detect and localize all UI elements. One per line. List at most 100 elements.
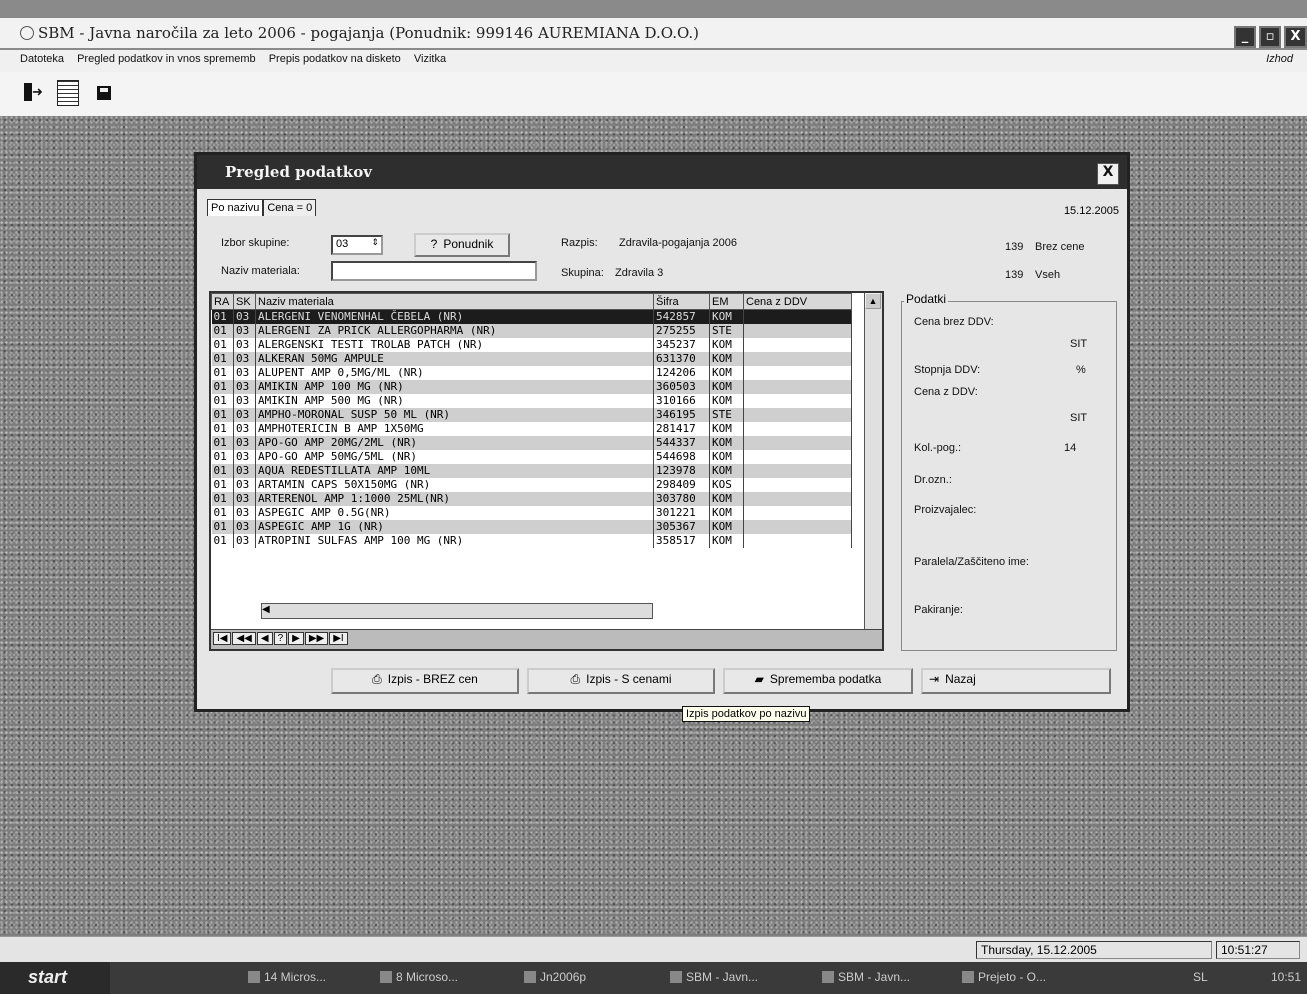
cell-sifra: 275255 [653,323,710,338]
printer-icon: ⎙ [570,672,581,686]
table-row[interactable]: 01 03 ASPEGIC AMP 0.5G(NR) 301221 KOM [211,505,852,520]
cell-ra: 01 [211,407,234,422]
sprememba-podatka-button[interactable]: ▰ Sprememba podatka [723,668,913,694]
naziv-materiala-label: Naziv materiala: [221,265,300,277]
nav-prev-page-button[interactable]: ◀◀ [232,632,256,645]
cell-em: KOM [709,393,744,408]
spinner-arrows-icon[interactable]: ⇕ [371,237,379,248]
cell-sifra: 281417 [653,421,710,436]
table-row[interactable]: 01 03 ASPEGIC AMP 1G (NR) 305367 KOM [211,519,852,534]
count-brez-cene: 139 [1005,241,1024,253]
floppy-icon[interactable] [91,80,117,106]
tray-clock: 10:51 [1270,970,1301,984]
cell-naziv: APO-GO AMP 50MG/5ML (NR) [255,449,654,464]
cell-sifra: 305367 [653,519,710,534]
col-header-naziv[interactable]: Naziv materiala [255,293,654,310]
col-header-ra[interactable]: RA [211,293,234,310]
stopnja-ddv-unit: % [1076,364,1086,376]
taskbar-item-5[interactable]: SBM - Javn... [818,968,914,990]
skupina-value: Zdravila 3 [615,267,664,279]
materials-grid: RA SK Naziv materiala Šifra EM Cena z DD… [209,291,884,651]
grid-vertical-scrollbar[interactable]: ▲ [864,293,882,633]
menu-izhod[interactable]: Izhod [1266,53,1293,65]
menu-vizitka[interactable]: Vizitka [414,53,446,65]
cell-naziv: ASPEGIC AMP 1G (NR) [255,519,654,534]
scroll-left-icon[interactable]: ◀ [262,604,270,615]
ponudnik-button[interactable]: ? Ponudnik [414,233,510,257]
menu-prepis[interactable]: Prepis podatkov na disketo [269,53,401,65]
exit-door-icon[interactable] [20,80,46,106]
col-header-cena[interactable]: Cena z DDV [743,293,852,310]
dialog-close-button[interactable]: X [1097,163,1119,185]
col-header-sifra[interactable]: Šifra [653,293,710,310]
table-row[interactable]: 01 03 AMIKIN AMP 100 MG (NR) 360503 KOM [211,379,852,394]
document-icon[interactable] [57,80,80,106]
cell-sk: 03 [233,379,256,394]
nav-last-button[interactable]: ▶I [329,632,348,645]
izpis-s-cenami-button[interactable]: ⎙ Izpis - S cenami [527,668,715,694]
table-row[interactable]: 01 03 ARTERENOL AMP 1:1000 25ML(NR) 303780 K… [211,491,852,506]
nav-next-button[interactable]: ▶ [288,632,304,645]
tab-po-nazivu[interactable]: Po nazivu [207,199,264,216]
taskbar-item-1[interactable]: 14 Micros... [244,968,330,990]
izpis-brez-cen-label: Izpis - BREZ cen [387,672,478,686]
cell-naziv: ASPEGIC AMP 0.5G(NR) [255,505,654,520]
cell-ra: 01 [211,477,234,492]
cell-sk: 03 [233,393,256,408]
close-app-button[interactable]: X [1284,26,1307,48]
nav-next-page-button[interactable]: ▶▶ [304,632,329,645]
grid-navigator: I◀ ◀◀ ◀? ▶ ▶▶ ▶I [211,629,882,649]
naziv-materiala-input[interactable] [331,261,537,281]
table-row[interactable]: 01 03 AMIKIN AMP 500 MG (NR) 310166 KOM [211,393,852,408]
language-indicator[interactable]: SL [1193,970,1208,984]
table-row[interactable]: 01 03 ALERGENI VENOMENHAL ČEBELA (NR) 54285… [211,309,852,324]
cell-sifra: 124206 [653,365,710,380]
restore-button[interactable]: ▫ [1259,26,1281,48]
cell-cena [743,351,852,366]
nav-prev-button[interactable]: ◀ [256,632,273,645]
cell-naziv: ALKERAN 50MG AMPULE [255,351,654,366]
izpis-brez-cen-button[interactable]: ⎙ Izpis - BREZ cen [331,668,519,694]
nav-first-button[interactable]: I◀ [213,632,232,645]
cell-em: KOS [709,477,744,492]
nazaj-button[interactable]: ⇥ Nazaj [921,668,1111,694]
cell-em: KOM [709,491,744,506]
cell-ra: 01 [211,393,234,408]
table-row[interactable]: 01 03 ALERGENSKI TESTI TROLAB PATCH (NR) 34… [211,337,852,352]
status-date: Thursday, 15.12.2005 [976,941,1212,959]
cell-sk: 03 [233,323,256,338]
table-row[interactable]: 01 03 ATROPINI SULFAS AMP 100 MG (NR) 35851… [211,533,852,548]
cell-sk: 03 [233,351,256,366]
table-row[interactable]: 01 03 AMPHO-MORONAL SUSP 50 ML (NR) 346195 S… [211,407,852,422]
status-bar: Thursday, 15.12.2005 10:51:27 [0,936,1307,962]
table-row[interactable]: 01 03 APO-GO AMP 50MG/5ML (NR) 544698 KOM [211,449,852,464]
table-row[interactable]: 01 03 APO-GO AMP 20MG/2ML (NR) 544337 KOM [211,435,852,450]
help-icon: ? [430,237,438,251]
podatki-header: Podatki [904,292,949,306]
col-header-sk[interactable]: SK [233,293,256,310]
grid-horizontal-scrollbar[interactable]: ◀ [261,603,653,619]
minimize-button[interactable]: _ [1234,26,1256,48]
izbor-skupine-spinner[interactable]: 03 ⇕ [331,235,383,255]
table-row[interactable]: 01 03 ALERGENI ZA PRICK ALLERGOPHARMA (NR)… [211,323,852,338]
taskbar-item-6[interactable]: Prejeto - O... [958,968,1050,990]
cell-em: KOM [709,351,744,366]
taskbar-item-2[interactable]: 8 Microso... [376,968,462,990]
table-row[interactable]: 01 03 ALKERAN 50MG AMPULE 631370 KOM [211,351,852,366]
menu-pregled[interactable]: Pregled podatkov in vnos sprememb [77,53,256,65]
cell-em: KOM [709,449,744,464]
table-row[interactable]: 01 03 ALUPENT AMP 0,5MG/ML (NR) 124206 KOM [211,365,852,380]
nav-help-button[interactable]: ? [273,632,288,645]
taskbar-item-4[interactable]: SBM - Javn... [666,968,762,990]
table-row[interactable]: 01 03 AMPHOTERICIN B AMP 1X50MG 281417 KOM [211,421,852,436]
col-header-em[interactable]: EM [709,293,744,310]
podatki-panel: Podatki Cena brez DDV: SIT Stopnja DDV: … [901,292,1117,651]
scroll-up-icon[interactable]: ▲ [865,293,881,309]
table-row[interactable]: 01 03 AQUA REDESTILLATA AMP 10ML 123978 KOM [211,463,852,478]
tab-cena-0[interactable]: Cena = 0 [263,199,317,216]
cell-sifra: 542857 [653,309,710,324]
table-row[interactable]: 01 03 ARTAMIN CAPS 50X150MG (NR) 298409 KOS [211,477,852,492]
taskbar-item-3[interactable]: Jn2006p [520,968,590,990]
menu-datoteka[interactable]: Datoteka [20,53,64,65]
start-button[interactable]: start [0,962,110,994]
